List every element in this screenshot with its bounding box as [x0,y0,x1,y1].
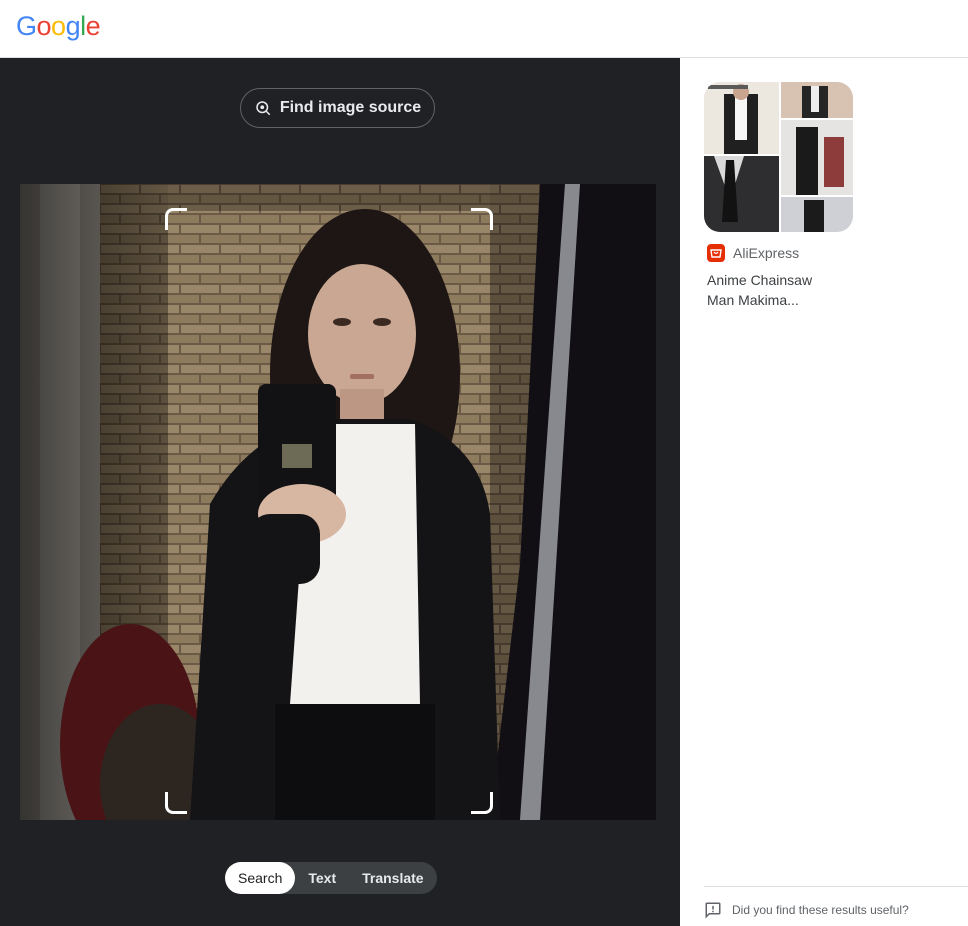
mode-search-tab[interactable]: Search [225,862,296,894]
result-thumbnail[interactable] [704,82,853,232]
crop-handle-bottom-right[interactable] [471,792,493,814]
find-image-source-button[interactable]: Find image source [240,88,435,128]
image-search-icon [256,101,271,116]
crop-handle-top-left[interactable] [165,208,187,230]
result-source[interactable]: AliExpress [704,244,854,262]
image-viewer-panel: Find image source Search Text Translate [0,58,680,926]
aliexpress-cart-icon [707,244,725,262]
feedback-prompt[interactable]: Did you find these results useful? [704,886,968,919]
logo-letter: o [36,11,52,41]
results-panel: AliExpress Anime Chainsaw Man Makima... … [680,58,968,926]
logo-letter: G [16,11,37,41]
mode-text-tab[interactable]: Text [295,862,349,894]
logo-letter: g [65,11,81,41]
feedback-icon [705,902,721,919]
logo-letter: o [51,11,66,41]
find-image-source-label: Find image source [279,99,422,116]
mode-translate-tab[interactable]: Translate [349,862,436,894]
uploaded-photo[interactable] [20,184,656,820]
google-logo[interactable]: Google [16,11,101,42]
feedback-label: Did you find these results useful? [732,903,909,917]
photo-illustration [20,184,656,820]
header: Google [0,0,968,58]
result-card[interactable]: AliExpress Anime Chainsaw Man Makima... [704,82,854,310]
result-thumbnail-collage [704,82,853,232]
crop-handle-bottom-left[interactable] [165,792,187,814]
logo-letter: e [85,11,101,41]
result-title[interactable]: Anime Chainsaw Man Makima... [704,270,834,310]
result-source-name: AliExpress [733,245,800,261]
crop-handle-top-right[interactable] [471,208,493,230]
lens-mode-switcher: Search Text Translate [225,862,437,894]
